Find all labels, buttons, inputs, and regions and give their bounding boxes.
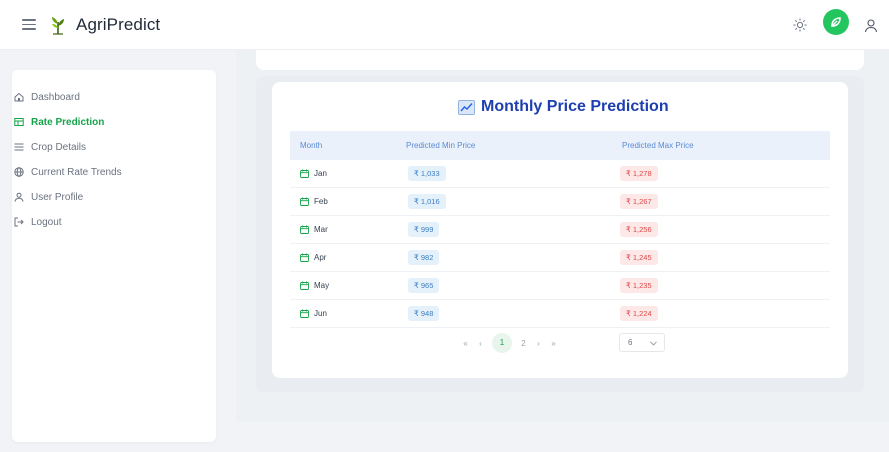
sidebar-item-label: Dashboard bbox=[31, 91, 80, 103]
page-button-2[interactable]: 2 bbox=[516, 339, 531, 348]
calendar-icon bbox=[300, 169, 309, 178]
last-page-button[interactable]: » bbox=[546, 339, 561, 348]
month-cell: Feb bbox=[300, 197, 328, 206]
sidebar-item-dashboard[interactable]: Dashboard bbox=[14, 88, 80, 106]
min-price-badge: ₹ 948 bbox=[408, 306, 440, 321]
sidebar-item-current-rate-trends[interactable]: Current Rate Trends bbox=[14, 163, 122, 181]
card-title-text: Monthly Price Prediction bbox=[481, 98, 669, 115]
list-icon bbox=[14, 143, 24, 151]
next-page-button[interactable]: › bbox=[531, 339, 546, 348]
calendar-icon bbox=[300, 225, 309, 234]
max-price-badge: ₹ 1,278 bbox=[620, 166, 658, 181]
month-cell: Apr bbox=[300, 253, 326, 262]
user-icon bbox=[14, 192, 24, 202]
sidebar-item-logout[interactable]: Logout bbox=[14, 213, 62, 231]
calendar-icon bbox=[300, 281, 309, 290]
min-price-badge: ₹ 965 bbox=[408, 278, 440, 293]
max-price-badge: ₹ 1,245 bbox=[620, 250, 658, 265]
column-header-min-price[interactable]: Predicted Min Price bbox=[406, 141, 475, 150]
table-header: Month Predicted Min Price Predicted Max … bbox=[290, 131, 830, 160]
column-header-month[interactable]: Month bbox=[300, 141, 322, 150]
max-price-badge: ₹ 1,224 bbox=[620, 306, 658, 321]
calendar-icon bbox=[300, 309, 309, 318]
logout-icon bbox=[14, 217, 24, 227]
table-row: Apr ₹ 982 ₹ 1,245 bbox=[290, 244, 830, 272]
sidebar-item-label: Crop Details bbox=[31, 141, 87, 153]
min-price-badge: ₹ 999 bbox=[408, 222, 440, 237]
month-label: Jan bbox=[314, 169, 327, 178]
rows-per-page-value: 6 bbox=[628, 338, 633, 347]
column-header-max-price[interactable]: Predicted Max Price bbox=[622, 141, 694, 150]
table-row: May ₹ 965 ₹ 1,235 bbox=[290, 272, 830, 300]
sidebar-item-crop-details[interactable]: Crop Details bbox=[14, 138, 86, 156]
table-row: Mar ₹ 999 ₹ 1,256 bbox=[290, 216, 830, 244]
month-cell: Mar bbox=[300, 225, 328, 234]
month-cell: May bbox=[300, 281, 329, 290]
top-header: AgriPredict bbox=[0, 0, 889, 50]
hamburger-icon[interactable] bbox=[22, 19, 36, 30]
table-row: Feb ₹ 1,016 ₹ 1,267 bbox=[290, 188, 830, 216]
max-price-badge: ₹ 1,267 bbox=[620, 194, 658, 209]
chart-icon bbox=[458, 99, 475, 115]
chevron-down-icon bbox=[650, 341, 657, 346]
sun-icon[interactable] bbox=[793, 18, 807, 32]
globe-icon bbox=[14, 167, 24, 177]
app-brand[interactable]: AgriPredict bbox=[76, 15, 160, 35]
min-price-badge: ₹ 1,033 bbox=[408, 166, 446, 181]
month-label: Jun bbox=[314, 309, 327, 318]
month-label: Apr bbox=[314, 253, 327, 262]
sidebar-item-label: Logout bbox=[31, 216, 62, 228]
first-page-button[interactable]: « bbox=[458, 339, 473, 348]
month-label: Feb bbox=[314, 197, 328, 206]
rows-per-page-select[interactable]: 6 bbox=[619, 333, 665, 352]
min-price-badge: ₹ 1,016 bbox=[408, 194, 446, 209]
home-icon bbox=[14, 92, 24, 102]
sidebar-item-label: User Profile bbox=[31, 191, 84, 203]
table-row: Jan ₹ 1,033 ₹ 1,278 bbox=[290, 160, 830, 188]
card-title: Monthly Price Prediction bbox=[458, 98, 669, 116]
pagination: « ‹ 1 2 › » bbox=[458, 333, 561, 353]
min-price-badge: ₹ 982 bbox=[408, 250, 440, 265]
max-price-badge: ₹ 1,256 bbox=[620, 222, 658, 237]
prev-page-button[interactable]: ‹ bbox=[473, 339, 488, 348]
month-label: Mar bbox=[314, 225, 328, 234]
sidebar-item-rate-prediction[interactable]: Rate Prediction bbox=[14, 113, 104, 131]
sidebar-item-label: Rate Prediction bbox=[31, 116, 105, 128]
plant-logo-icon[interactable] bbox=[47, 14, 69, 36]
sidebar-item-label: Current Rate Trends bbox=[31, 166, 122, 178]
sidebar-item-user-profile[interactable]: User Profile bbox=[14, 188, 83, 206]
calendar-icon bbox=[300, 197, 309, 206]
previous-card bbox=[256, 50, 864, 70]
user-icon[interactable] bbox=[864, 18, 878, 34]
month-cell: Jun bbox=[300, 309, 327, 318]
leaf-avatar-icon bbox=[831, 17, 841, 27]
page-button-1[interactable]: 1 bbox=[492, 333, 512, 353]
table-row: Jun ₹ 948 ₹ 1,224 bbox=[290, 300, 830, 328]
avatar[interactable] bbox=[823, 9, 849, 35]
max-price-badge: ₹ 1,235 bbox=[620, 278, 658, 293]
month-cell: Jan bbox=[300, 169, 327, 178]
month-label: May bbox=[314, 281, 330, 290]
calendar-icon bbox=[300, 253, 309, 262]
table-icon bbox=[14, 118, 24, 126]
